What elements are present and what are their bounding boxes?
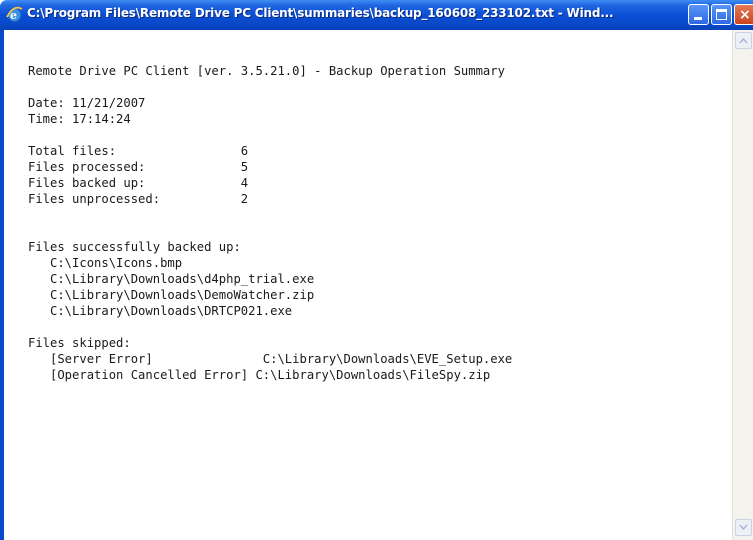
scroll-down-button[interactable] (735, 519, 752, 536)
minimize-icon (694, 17, 702, 20)
title-bar[interactable]: e C:\Program Files\Remote Drive PC Clien… (0, 0, 753, 30)
document-text[interactable]: Remote Drive PC Client [ver. 3.5.21.0] -… (28, 63, 512, 383)
chevron-up-icon (739, 37, 748, 44)
close-icon: × (739, 7, 751, 23)
chevron-down-icon (739, 524, 748, 531)
window-title: C:\Program Files\Remote Drive PC Client\… (27, 6, 614, 20)
internet-explorer-e-icon: e (6, 6, 23, 22)
maximize-button[interactable] (711, 4, 732, 25)
scroll-up-button[interactable] (735, 32, 752, 49)
maximize-icon (716, 9, 727, 20)
close-button[interactable]: × (734, 4, 753, 25)
vertical-scrollbar[interactable] (732, 30, 753, 540)
text-editor-area[interactable]: Remote Drive PC Client [ver. 3.5.21.0] -… (4, 30, 732, 540)
minimize-button[interactable] (688, 4, 709, 25)
notepad-window: e C:\Program Files\Remote Drive PC Clien… (0, 0, 753, 540)
